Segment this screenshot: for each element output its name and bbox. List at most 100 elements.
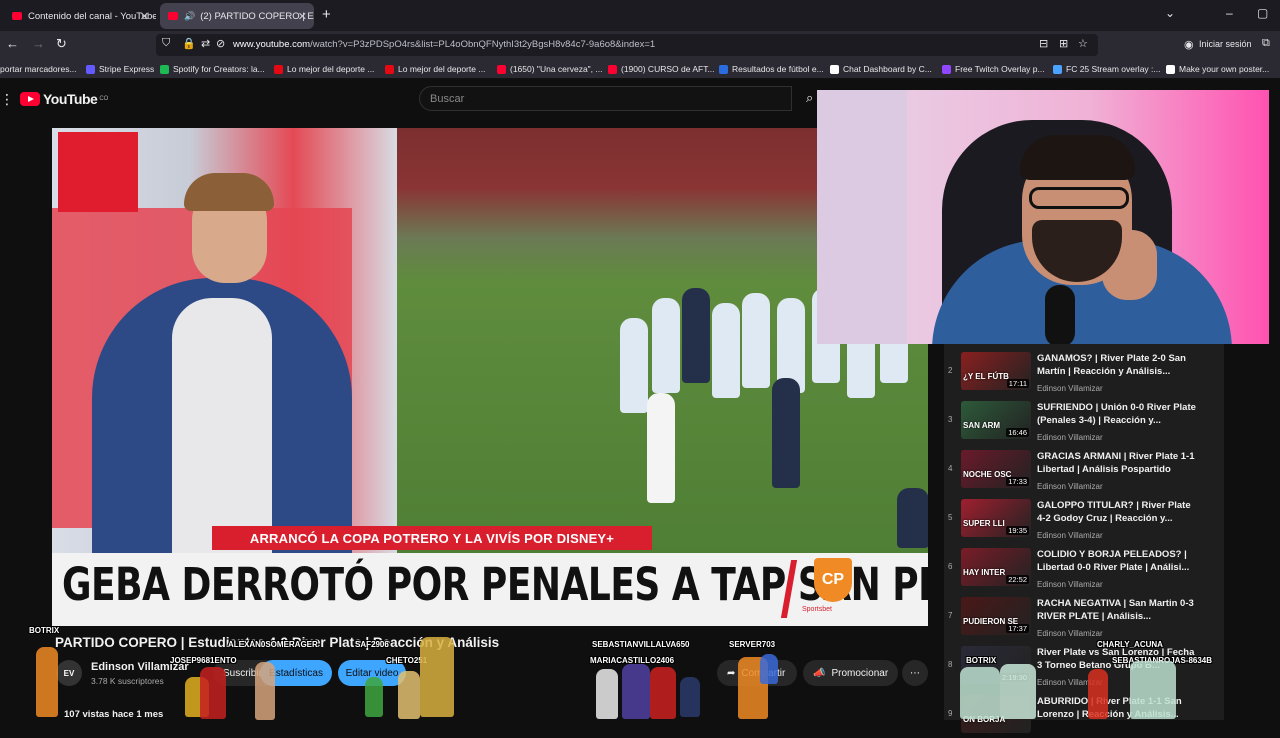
- playlist-item[interactable]: 4 NOCHE OSC 17:33 GRACIAS ARMANI | River Pl…: [944, 444, 1224, 493]
- video-banner-red: ARRANCÓ LA COPA POTRERO Y LA VIVÍS POR D…: [212, 526, 652, 550]
- video-thumbnail[interactable]: HAY INTER 22:52: [961, 548, 1031, 586]
- bookmark-item[interactable]: Lo mejor del deporte ...: [274, 64, 374, 74]
- bookmark-label: portar marcadores...: [0, 64, 77, 74]
- video-thumbnail[interactable]: SAN ARM 16:46: [961, 401, 1031, 439]
- video-thumbnail[interactable]: ¿Y EL FÚTB 17:11: [961, 352, 1031, 390]
- subscriber-count: 3.78 K suscriptores: [91, 676, 164, 686]
- screenshot-icon[interactable]: ⊞: [1059, 37, 1068, 50]
- bookmark-item[interactable]: (1900) CURSO de AFT...: [608, 64, 715, 74]
- video-duration: 17:37: [1006, 624, 1029, 633]
- share-icon: ➦: [727, 667, 736, 679]
- playlist-item[interactable]: 6 HAY INTER 22:52 COLIDIO Y BORJA PELEADOS?…: [944, 542, 1224, 591]
- bookmark-item[interactable]: FC 25 Stream overlay :...: [1053, 64, 1160, 74]
- chevron-down-icon[interactable]: ⌄: [1165, 6, 1175, 20]
- plus-icon[interactable]: +: [322, 6, 331, 23]
- playlist-item-title[interactable]: RACHA NEGATIVA | San Martin 0-3 RIVER PL…: [1037, 597, 1197, 623]
- tab-current-video[interactable]: 🔊 (2) PARTIDO COPERO | Estu ✕: [160, 3, 314, 29]
- bookmark-favicon-icon: [942, 64, 951, 74]
- thumbnail-text: SAN ARM: [963, 421, 1001, 430]
- thumbnail-text: NOCHE OSC: [963, 470, 1012, 479]
- bookmark-favicon-icon: [1166, 64, 1175, 74]
- more-actions-button[interactable]: ⋯: [902, 660, 928, 686]
- bookmark-favicon-icon: [86, 64, 95, 74]
- playlist-item-title[interactable]: GANAMOS? | River Plate 2-0 San Martín | …: [1037, 352, 1197, 378]
- address-bar[interactable]: ⛉ 🔒 ⇄ ⊘ www.youtube.com/watch?v=P3zPDSpO…: [156, 34, 1098, 56]
- video-thumbnail[interactable]: PUDIERON SE 17:37: [961, 597, 1031, 635]
- bookmark-item[interactable]: Make your own poster...: [1166, 64, 1269, 74]
- back-arrow-icon[interactable]: ←: [6, 36, 19, 51]
- microphone-icon: [1045, 285, 1075, 344]
- overlay-viewer-name: ALEXAN0SOMERAGER: [228, 640, 318, 649]
- bookmark-label: Lo mejor del deporte ...: [398, 64, 486, 74]
- minimize-icon[interactable]: –: [1226, 6, 1233, 20]
- video-thumbnail[interactable]: SUPER LLI 19:35: [961, 499, 1031, 537]
- bookmark-item[interactable]: Resultados de fútbol e...: [719, 64, 824, 74]
- youtube-play-icon: [20, 92, 40, 106]
- tab-channel-content[interactable]: Contenido del canal - YouTube ✕: [4, 3, 156, 29]
- lock-icon[interactable]: 🔒: [182, 37, 196, 50]
- playlist-item-title[interactable]: COLIDIO Y BORJA PELEADOS? | Libertad 0-0…: [1037, 548, 1197, 574]
- copa-potrero-logo: CP Sportsbet: [780, 558, 872, 620]
- bookmark-item[interactable]: (1650) "Una cerveza", ...: [497, 64, 603, 74]
- search-icon[interactable]: ⌕: [806, 90, 813, 106]
- menu-icon[interactable]: ⋮: [0, 91, 14, 108]
- youtube-logo[interactable]: YouTube CO: [20, 91, 108, 107]
- video-thumbnail[interactable]: NOCHE OSC 17:33: [961, 450, 1031, 488]
- bookmark-star-icon[interactable]: ☆: [1078, 37, 1088, 50]
- bookmark-item[interactable]: Spotify for Creators: la...: [160, 64, 265, 74]
- playlist-index: 7: [948, 611, 953, 620]
- extensions-icon[interactable]: ⧉: [1262, 37, 1270, 50]
- permissions-icon[interactable]: ⇄: [201, 37, 210, 50]
- reader-view-icon[interactable]: ⊟: [1039, 37, 1048, 50]
- autoplay-blocked-icon[interactable]: ⊘: [216, 37, 225, 50]
- bookmark-label: (1650) "Una cerveza", ...: [510, 64, 603, 74]
- bookmark-item[interactable]: Stripe Express: [86, 64, 154, 74]
- playlist-item-title[interactable]: GRACIAS ARMANI | River Plate 1-1 Liberta…: [1037, 450, 1197, 476]
- speaker-icon: 🔊: [184, 10, 196, 21]
- overlay-character-sprite: [420, 637, 454, 717]
- close-tab-icon[interactable]: ✕: [140, 10, 149, 23]
- bookmark-item[interactable]: portar marcadores...: [0, 64, 77, 74]
- search-input[interactable]: Buscar: [419, 86, 792, 111]
- video-duration: 16:46: [1006, 428, 1029, 437]
- overlay-character-sprite: [622, 664, 650, 719]
- close-tab-icon[interactable]: ✕: [298, 10, 307, 23]
- playlist-item[interactable]: 2 ¿Y EL FÚTB 17:11 GANAMOS? | River Plate 2…: [944, 346, 1224, 395]
- overlay-character-sprite: [650, 667, 676, 719]
- views-and-date: 107 vistas hace 1 mes: [64, 709, 164, 720]
- video-duration: 22:52: [1006, 575, 1029, 584]
- bookmark-favicon-icon: [385, 64, 394, 74]
- bookmark-item[interactable]: Lo mejor del deporte ...: [385, 64, 485, 74]
- playlist-item-channel: Edinson Villamizar: [1037, 482, 1103, 491]
- account-icon[interactable]: ◉: [1184, 38, 1194, 51]
- overlay-viewer-name: JOSEP9681ENTO: [170, 656, 237, 665]
- playlist-item[interactable]: 7 PUDIERON SE 17:37 RACHA NEGATIVA | San Ma…: [944, 591, 1224, 640]
- maximize-icon[interactable]: ▢: [1257, 6, 1268, 20]
- shield-icon[interactable]: ⛉: [162, 37, 170, 50]
- playlist-index: 9: [948, 709, 953, 718]
- youtube-page: ⋮ YouTube CO Buscar ⌕ ARRANCÓ LA COPA PO…: [0, 79, 1280, 733]
- playlist-item[interactable]: 5 SUPER LLI 19:35 GALOPPO TITULAR? | River …: [944, 493, 1224, 542]
- overlay-viewer-name: SERVER703: [729, 640, 776, 649]
- bookmark-favicon-icon: [497, 64, 506, 74]
- playlist-index: 3: [948, 415, 953, 424]
- avatar[interactable]: EV: [56, 660, 82, 686]
- bookmark-favicon-icon: [830, 64, 839, 74]
- overlay-character-sprite: [36, 647, 58, 717]
- playlist-item-channel: Edinson Villamizar: [1037, 629, 1103, 638]
- forward-arrow-icon[interactable]: →: [32, 36, 45, 51]
- thumbnail-text: HAY INTER: [963, 568, 1006, 577]
- sign-in-link[interactable]: Iniciar sesión: [1199, 39, 1252, 49]
- playlist-item[interactable]: 3 SAN ARM 16:46 SUFRIENDO | Unión 0-0 River…: [944, 395, 1224, 444]
- reload-icon[interactable]: ↻: [56, 36, 67, 52]
- promote-button[interactable]: 📣 Promocionar: [803, 660, 898, 686]
- bookmark-item[interactable]: Free Twitch Overlay p...: [942, 64, 1045, 74]
- playlist-item-title[interactable]: SUFRIENDO | Unión 0-0 River Plate (Penal…: [1037, 401, 1197, 427]
- overlay-viewer-name: BOTRIX: [966, 656, 997, 665]
- bookmark-label: Make your own poster...: [1179, 64, 1270, 74]
- playlist-index: 6: [948, 562, 953, 571]
- bookmark-item[interactable]: Chat Dashboard by C...: [830, 64, 932, 74]
- overlay-character-sprite: [680, 677, 700, 717]
- video-player[interactable]: ARRANCÓ LA COPA POTRERO Y LA VIVÍS POR D…: [52, 128, 928, 626]
- playlist-item-title[interactable]: GALOPPO TITULAR? | River Plate 4-2 Godoy…: [1037, 499, 1197, 525]
